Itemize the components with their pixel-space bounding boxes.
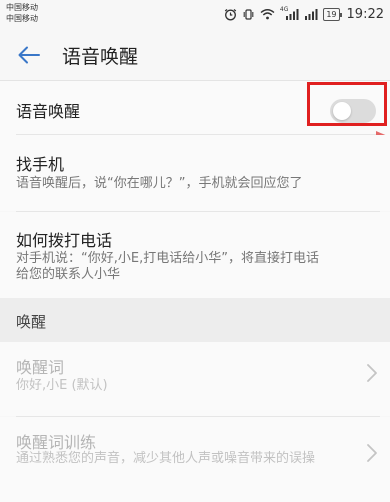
wake-word-training-description: 通过熟悉您的声音，减少其他人声或噪音带来的误操 bbox=[16, 451, 316, 466]
page-title: 语音唤醒 bbox=[62, 46, 139, 68]
app-bar: 语音唤醒 bbox=[0, 30, 390, 80]
section-header-label: 唤醒 bbox=[16, 313, 47, 331]
wake-word-title: 唤醒词 bbox=[16, 358, 65, 377]
battery-indicator: 19 bbox=[323, 7, 342, 21]
clock: 19:22 bbox=[346, 6, 384, 22]
signal-2-icon bbox=[304, 8, 318, 20]
wake-word-value: 你好,小E (默认) bbox=[16, 378, 108, 393]
wifi-icon bbox=[260, 8, 275, 20]
chevron-right-icon bbox=[367, 364, 377, 382]
status-icons: 4G 19 19:22 bbox=[224, 4, 384, 24]
carrier-2-label: 中国移动 bbox=[6, 14, 38, 23]
make-call-title: 如何拨打电话 bbox=[16, 231, 113, 250]
voice-wakeup-label: 语音唤醒 bbox=[16, 102, 81, 121]
section-header: 唤醒 bbox=[0, 298, 390, 342]
carrier-1-label: 中国移动 bbox=[6, 3, 38, 12]
alarm-icon bbox=[224, 8, 237, 21]
find-phone-description: 语音唤醒后，说“你在哪儿？”，手机就会回应您了 bbox=[16, 176, 303, 191]
make-call-description-line-1: 对手机说：“你好,小E,打电话给小华”，将直接打电话 bbox=[16, 251, 319, 266]
chevron-right-icon bbox=[367, 444, 377, 462]
status-bar: 中国移动 中国移动 4G 19 19:22 bbox=[0, 0, 390, 30]
wake-word-row[interactable]: 唤醒词 你好,小E (默认) bbox=[0, 342, 390, 416]
wake-word-training-title: 唤醒词训练 bbox=[16, 433, 97, 452]
network-type-label: 4G bbox=[279, 5, 289, 13]
make-call-row[interactable]: 如何拨打电话 对手机说：“你好,小E,打电话给小华”，将直接打电话 给您的联系人… bbox=[0, 212, 390, 298]
back-button[interactable] bbox=[14, 40, 44, 70]
vibrate-icon bbox=[242, 8, 255, 21]
highlight-annotation-box bbox=[307, 82, 387, 126]
back-arrow-icon bbox=[18, 46, 40, 64]
wake-word-training-row[interactable]: 唤醒词训练 通过熟悉您的声音，减少其他人声或噪音带来的误操 bbox=[0, 417, 390, 502]
signal-1-icon: 4G bbox=[279, 5, 299, 20]
make-call-description-line-2: 给您的联系人小华 bbox=[16, 267, 121, 282]
find-phone-row[interactable]: 找手机 语音唤醒后，说“你在哪儿？”，手机就会回应您了 bbox=[0, 135, 390, 211]
find-phone-title: 找手机 bbox=[16, 155, 65, 174]
